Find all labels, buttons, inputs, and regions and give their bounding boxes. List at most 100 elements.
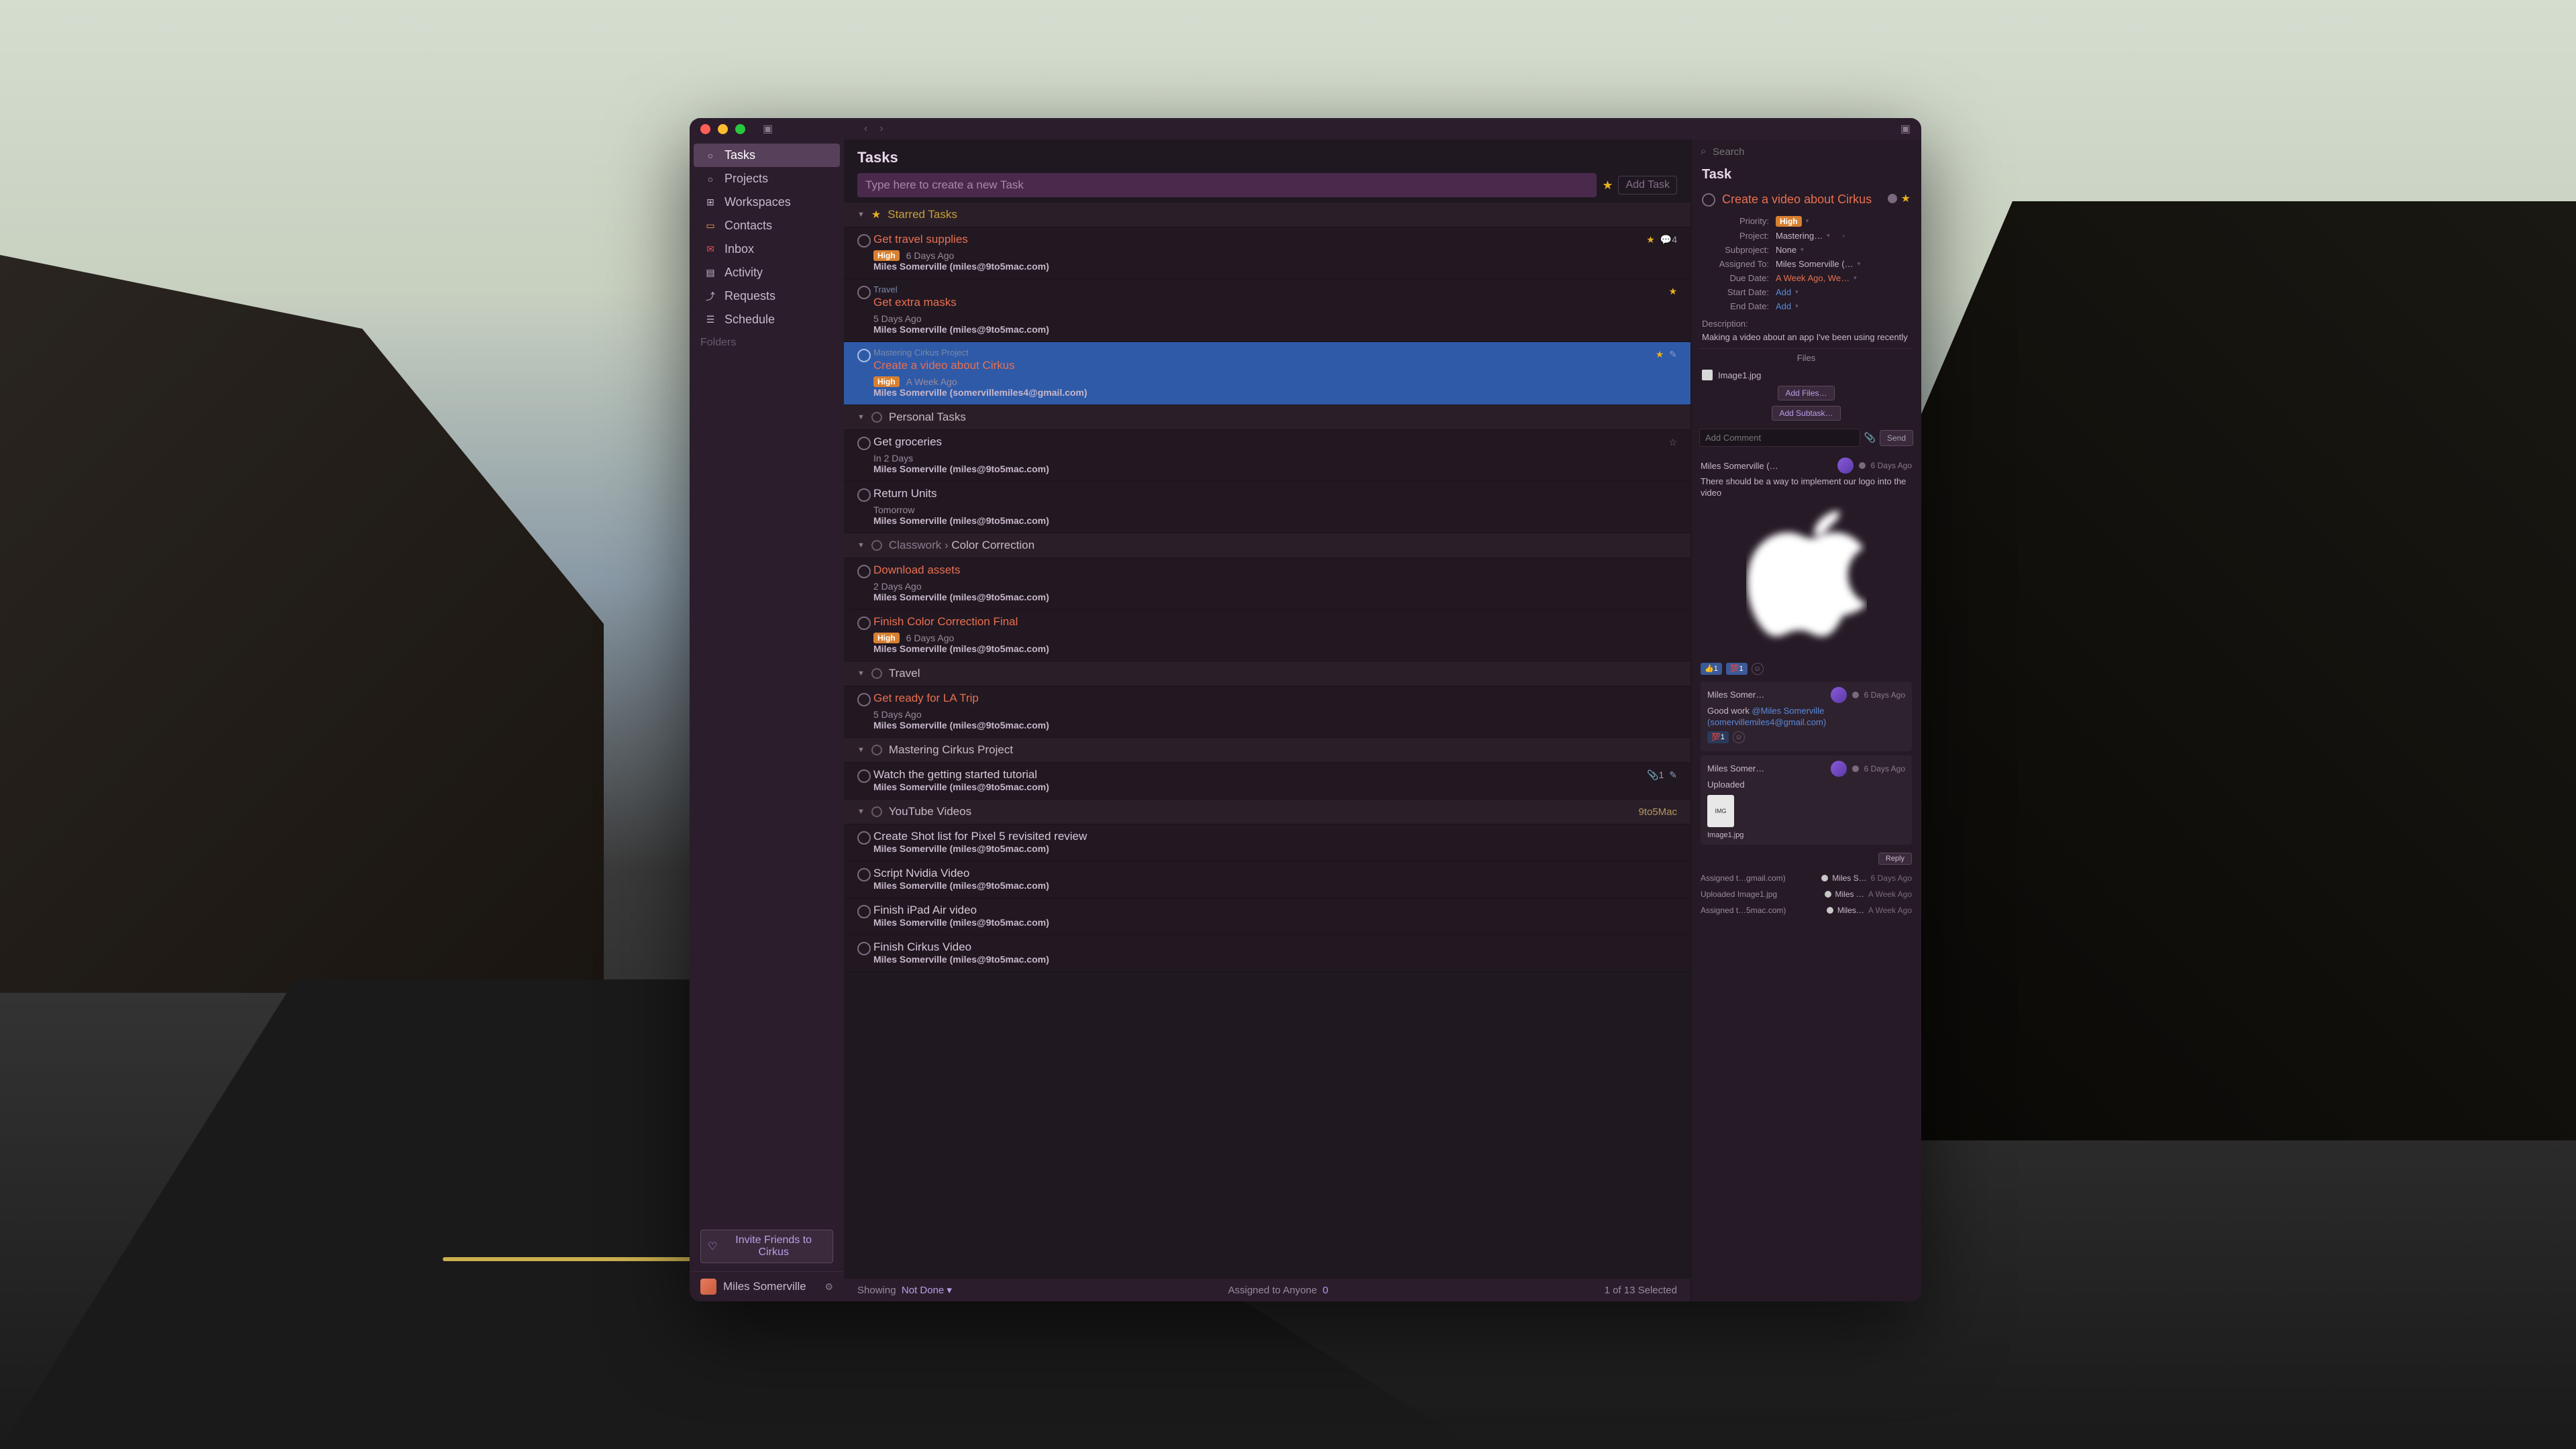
task-title: Download assets (873, 564, 1677, 577)
search-input[interactable] (1701, 144, 1912, 160)
task-item[interactable]: Return Units Tomorrow Miles Somerville (… (844, 482, 1690, 533)
task-item[interactable]: Get ready for LA Trip 5 Days Ago Miles S… (844, 686, 1690, 738)
detail-task-title[interactable]: Create a video about Cirkus (1722, 192, 1881, 207)
maximize-window-button[interactable] (735, 124, 745, 134)
edit-icon[interactable]: ✎ (1669, 349, 1677, 360)
attach-icon[interactable]: 📎 (1864, 432, 1876, 443)
assigned-filter[interactable]: Assigned to Anyone 0 (1228, 1285, 1328, 1296)
sidebar-item-inbox[interactable]: ✉Inbox (694, 237, 840, 261)
reaction[interactable]: 👍1 (1701, 663, 1722, 675)
sidebar-item-activity[interactable]: ▤Activity (694, 261, 840, 284)
minimize-window-button[interactable] (718, 124, 728, 134)
project-field[interactable]: Mastering…▾ › (1776, 231, 1845, 241)
section-header-starred[interactable]: ▼★Starred Tasks (844, 203, 1690, 227)
sidebar-item-contacts[interactable]: ▭Contacts (694, 214, 840, 237)
task-item[interactable]: Mastering Cirkus Project Create a video … (844, 342, 1690, 405)
task-item[interactable]: Finish Cirkus Video Miles Somerville (mi… (844, 935, 1690, 972)
folders-header[interactable]: Folders (690, 331, 844, 354)
close-window-button[interactable] (700, 124, 710, 134)
section-header-personal[interactable]: ▼Personal Tasks (844, 405, 1690, 430)
due-date-field[interactable]: A Week Ago, We…▾ (1776, 273, 1857, 283)
task-checkbox[interactable] (857, 693, 871, 706)
task-item[interactable]: Get travel supplies High6 Days Ago Miles… (844, 227, 1690, 279)
star-outline-icon[interactable]: ☆ (1668, 437, 1677, 448)
task-checkbox[interactable] (857, 349, 871, 362)
sidebar-item-tasks[interactable]: ○Tasks (694, 144, 840, 167)
task-item[interactable]: Get groceries In 2 Days Miles Somerville… (844, 430, 1690, 482)
reaction[interactable]: 💯1 (1726, 663, 1748, 675)
task-checkbox[interactable] (857, 488, 871, 502)
avatar[interactable] (1831, 761, 1847, 777)
priority-field[interactable]: High▾ (1776, 216, 1809, 227)
mention[interactable]: @Miles Somerville (somervillemiles4@gmai… (1707, 706, 1826, 727)
add-reaction-button[interactable]: ☺ (1752, 663, 1764, 675)
reply-button[interactable]: Reply (1878, 853, 1912, 865)
attachment-icon: 📎1 (1647, 769, 1664, 781)
section-header-travel[interactable]: ▼Travel (844, 661, 1690, 686)
settings-icon[interactable]: ⚙ (824, 1281, 833, 1293)
new-task-input[interactable] (857, 173, 1597, 197)
task-checkbox[interactable] (857, 616, 871, 630)
sidebar-item-projects[interactable]: ○Projects (694, 167, 840, 191)
section-header-color[interactable]: ▼Classwork › Color Correction (844, 533, 1690, 558)
reply: Miles Somer…6 Days Ago UploadedIMGImage1… (1701, 755, 1912, 845)
task-checkbox[interactable] (857, 437, 871, 450)
task-checkbox[interactable] (857, 905, 871, 918)
task-item[interactable]: Travel Get extra masks 5 Days Ago Miles … (844, 279, 1690, 342)
add-files-button[interactable]: Add Files… (1778, 386, 1834, 400)
add-task-button[interactable]: Add Task (1618, 176, 1677, 195)
nav-forward-icon[interactable]: › (879, 123, 883, 135)
schedule-icon: ☰ (704, 314, 716, 326)
star-icon[interactable]: ★ (1646, 234, 1655, 246)
file-row[interactable]: Image1.jpg (1691, 367, 1921, 383)
task-date: 6 Days Ago (906, 633, 955, 643)
showing-filter[interactable]: Not Done ▾ (902, 1285, 952, 1296)
star-icon[interactable]: ★ (1656, 349, 1664, 360)
task-complete-checkbox[interactable] (1702, 193, 1715, 207)
task-checkbox[interactable] (857, 769, 871, 783)
user-avatar[interactable] (700, 1279, 716, 1295)
status-dot-icon[interactable] (1888, 194, 1897, 203)
subproject-field[interactable]: None▾ (1776, 245, 1804, 255)
task-checkbox[interactable] (857, 831, 871, 845)
star-icon[interactable]: ★ (1602, 178, 1613, 193)
section-header-youtube[interactable]: ▼YouTube Videos9to5Mac (844, 800, 1690, 824)
file-preview[interactable]: IMG (1707, 795, 1734, 827)
task-checkbox[interactable] (857, 234, 871, 248)
avatar[interactable] (1837, 458, 1854, 474)
start-date-field[interactable]: Add▾ (1776, 287, 1799, 297)
section-header-mastering[interactable]: ▼Mastering Cirkus Project (844, 738, 1690, 763)
add-reaction-button[interactable]: ☺ (1733, 731, 1745, 743)
sidebar-item-workspaces[interactable]: ⊞Workspaces (694, 191, 840, 214)
edit-icon[interactable]: ✎ (1669, 769, 1677, 781)
panel-toggle-icon[interactable]: ▣ (1900, 122, 1911, 136)
task-item[interactable]: Download assets 2 Days Ago Miles Somervi… (844, 558, 1690, 610)
task-assignee: Miles Somerville (miles@9to5mac.com) (873, 782, 1677, 792)
task-checkbox[interactable] (857, 286, 871, 299)
task-item[interactable]: Create Shot list for Pixel 5 revisited r… (844, 824, 1690, 861)
nav-back-icon[interactable]: ‹ (864, 123, 867, 135)
add-subtask-button[interactable]: Add Subtask… (1772, 406, 1840, 421)
task-checkbox[interactable] (857, 868, 871, 881)
task-item[interactable]: Finish Color Correction Final High6 Days… (844, 610, 1690, 661)
sidebar-item-requests[interactable]: ⤴Requests (694, 284, 840, 308)
comment-input[interactable] (1699, 429, 1860, 447)
sidebar-item-schedule[interactable]: ☰Schedule (694, 308, 840, 331)
task-checkbox[interactable] (857, 565, 871, 578)
task-item[interactable]: Watch the getting started tutorial Miles… (844, 763, 1690, 800)
invite-friends-button[interactable]: ♡Invite Friends to Cirkus (700, 1230, 833, 1263)
sidebar-toggle-icon[interactable]: ▣ (763, 122, 773, 136)
end-date-field[interactable]: Add▾ (1776, 301, 1799, 311)
reaction[interactable]: 💯1 (1707, 731, 1729, 743)
task-item[interactable]: Finish iPad Air video Miles Somerville (… (844, 898, 1690, 935)
star-icon[interactable]: ★ (1901, 192, 1911, 205)
send-button[interactable]: Send (1880, 430, 1913, 446)
avatar[interactable] (1831, 687, 1847, 703)
star-icon[interactable]: ★ (1668, 286, 1677, 297)
task-checkbox[interactable] (857, 942, 871, 955)
task-item[interactable]: Script Nvidia Video Miles Somerville (mi… (844, 861, 1690, 898)
assigned-field[interactable]: Miles Somerville (…▾ (1776, 259, 1860, 269)
task-title: Watch the getting started tutorial (873, 768, 1677, 782)
description-text[interactable]: Making a video about an app I've been us… (1702, 331, 1911, 343)
task-title: Get travel supplies (873, 233, 1677, 246)
